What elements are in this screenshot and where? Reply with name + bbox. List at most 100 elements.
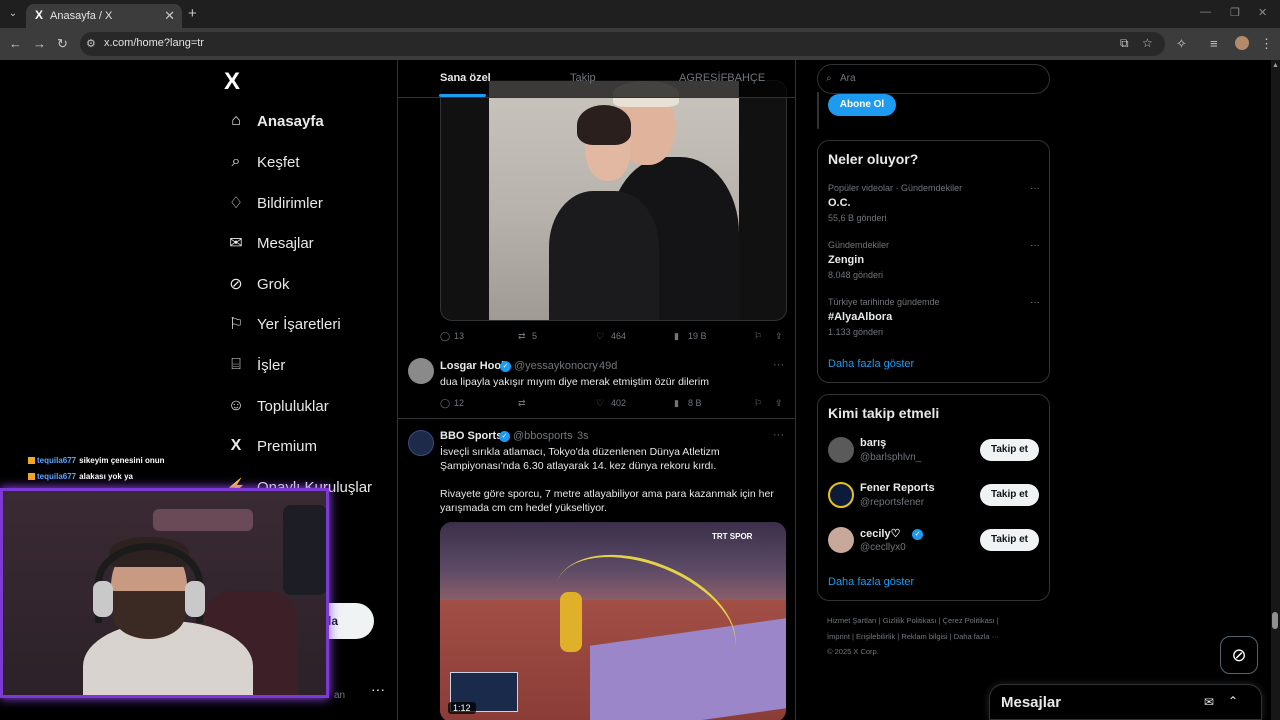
follow-suggestion[interactable]: barış @barlsphlvn_ Takip et: [828, 434, 1040, 468]
nav-item-bookmarks[interactable]: ⚐ Yer İşaretleri: [226, 309, 341, 339]
nav-item-explore[interactable]: ⌕ Keşfet: [226, 147, 300, 177]
retweet-icon[interactable]: ⇄: [518, 331, 526, 342]
suggestion-name[interactable]: Fener Reports: [860, 482, 935, 494]
more-icon[interactable]: ···: [1030, 240, 1040, 251]
install-app-icon[interactable]: ⧉: [1120, 36, 1129, 51]
chat-username: tequila677: [37, 472, 77, 481]
tweet[interactable]: BBO Sports ✓ @bbosports · 3s ··· İsveçli…: [398, 420, 795, 720]
nav-label: Keşfet: [257, 153, 300, 171]
new-message-icon[interactable]: ✉: [1204, 695, 1214, 709]
reply-icon[interactable]: ◯: [440, 331, 450, 342]
tweet-time[interactable]: 49d: [599, 360, 617, 372]
tweet-photo[interactable]: [440, 80, 787, 321]
tab-following[interactable]: Takip: [570, 72, 596, 84]
share-icon[interactable]: ⇪: [775, 331, 783, 342]
more-icon[interactable]: ···: [773, 359, 784, 371]
show-more-trends-link[interactable]: Daha fazla göster: [828, 358, 914, 370]
tweet-time[interactable]: 3s: [577, 430, 589, 442]
avatar[interactable]: [408, 358, 434, 384]
suggestion-name[interactable]: cecily♡: [860, 527, 900, 540]
follow-button[interactable]: Takip et: [980, 484, 1039, 506]
grok-floating-button[interactable]: ⊘: [1220, 636, 1258, 674]
author-name[interactable]: Losgar Hool: [440, 360, 504, 372]
like-count: 402: [611, 398, 627, 408]
share-icon[interactable]: ⇪: [775, 398, 783, 409]
bookmark-star-icon[interactable]: ☆: [1142, 36, 1153, 50]
views-icon[interactable]: ▮: [674, 331, 679, 342]
verified-badge-icon: ✓: [500, 361, 511, 372]
suggestion-handle: @reportsfener: [860, 497, 925, 508]
search-input[interactable]: ⌕ Ara: [817, 64, 1050, 94]
retweet-icon[interactable]: ⇄: [518, 398, 526, 409]
nav-item-messages[interactable]: ✉ Mesajlar: [226, 228, 313, 258]
forward-icon[interactable]: →: [33, 36, 46, 51]
avatar[interactable]: [408, 430, 434, 456]
nav-item-home[interactable]: ⌂ Anasayfa: [226, 106, 324, 136]
avatar[interactable]: [828, 527, 854, 553]
browser-profile-avatar[interactable]: [1235, 36, 1249, 50]
extensions-icon[interactable]: ✧: [1176, 36, 1187, 52]
author-handle[interactable]: @yessaykonocry: [514, 360, 598, 372]
nav-item-premium[interactable]: X Premium: [226, 431, 317, 461]
author-handle[interactable]: @bbosports: [513, 430, 572, 442]
more-icon[interactable]: ···: [1030, 297, 1040, 308]
tab-for-you[interactable]: Sana özel: [440, 72, 491, 84]
account-more-icon[interactable]: ···: [371, 681, 385, 697]
nav-item-grok[interactable]: ⊘ Grok: [226, 269, 289, 299]
close-window-icon[interactable]: ✕: [1258, 6, 1267, 19]
follow-button[interactable]: Takip et: [980, 439, 1039, 461]
more-icon[interactable]: ···: [1030, 183, 1040, 194]
nav-item-communities[interactable]: ☺ Topluluklar: [226, 391, 329, 421]
subscribe-button[interactable]: Abone Ol: [828, 94, 896, 116]
tab-agresifbahce[interactable]: AGRESİFBAHÇE: [679, 72, 765, 84]
media-controls-icon[interactable]: ≡: [1210, 36, 1218, 51]
more-icon[interactable]: ···: [773, 429, 784, 441]
tab-search-icon[interactable]: ⌄: [4, 5, 22, 23]
author-name[interactable]: BBO Sports: [440, 430, 502, 442]
bookmark-icon[interactable]: ⚐: [754, 331, 762, 342]
restore-icon[interactable]: ❐: [1230, 6, 1240, 19]
expand-drawer-icon[interactable]: ⌃: [1228, 694, 1238, 708]
address-bar[interactable]: ⚙ x.com/home?lang=tr ⧉ ☆: [80, 32, 1165, 56]
minimize-icon[interactable]: —: [1200, 6, 1211, 18]
tab-title: Anasayfa / X: [50, 10, 113, 22]
avatar[interactable]: [828, 482, 854, 508]
main-feed: Sana özel Takip AGRESİFBAHÇE ◯ 13 ⇄ 5 ♡ …: [397, 60, 796, 720]
bookmark-icon[interactable]: ⚐: [754, 398, 762, 409]
follow-suggestion[interactable]: cecily♡ ✓ @cecllyx0 Takip et: [828, 524, 1040, 558]
messages-drawer[interactable]: Mesajlar ✉ ⌃: [989, 684, 1262, 720]
browser-tab[interactable]: X Anasayfa / X ✕: [26, 4, 182, 28]
footer-links[interactable]: İmprint | Erişilebilirlik | Reklam bilgi…: [827, 632, 999, 641]
tweet[interactable]: Losgar Hool ✓ @yessaykonocry · 49d ··· d…: [398, 349, 795, 419]
suggestion-name[interactable]: barış: [860, 437, 886, 449]
nav-item-notifications[interactable]: ♢ Bildirimler: [226, 188, 323, 218]
like-icon[interactable]: ♡: [596, 331, 604, 342]
trends-card: Neler oluyor? Popüler videolar · Gündemd…: [817, 140, 1050, 383]
scroll-up-arrow-icon[interactable]: ▲: [1272, 62, 1279, 69]
follow-button[interactable]: Takip et: [980, 529, 1039, 551]
views-icon[interactable]: ▮: [674, 398, 679, 409]
who-to-follow-card: Kimi takip etmeli barış @barlsphlvn_ Tak…: [817, 394, 1050, 601]
back-icon[interactable]: ←: [9, 36, 22, 51]
show-more-follow-link[interactable]: Daha fazla göster: [828, 576, 914, 588]
tweet-video[interactable]: TRT SPOR 1:12: [440, 522, 786, 720]
follow-suggestion[interactable]: Fener Reports @reportsfener Takip et: [828, 479, 1040, 513]
reload-icon[interactable]: ↻: [57, 36, 68, 52]
close-tab-icon[interactable]: ✕: [164, 8, 175, 24]
site-info-icon[interactable]: ⚙: [86, 37, 96, 50]
x-premium-icon: X: [230, 437, 242, 454]
nav-item-jobs[interactable]: ⌸ İşler: [226, 350, 285, 380]
footer-links[interactable]: Hizmet Şartları | Gizlilik Politikası | …: [827, 616, 999, 625]
trend-item[interactable]: Popüler videolar · Gündemdekiler O.C. 55…: [828, 183, 1040, 233]
browser-menu-icon[interactable]: ⋮: [1260, 36, 1273, 52]
reply-icon[interactable]: ◯: [440, 398, 450, 409]
like-icon[interactable]: ♡: [596, 398, 604, 409]
x-logo-icon[interactable]: X: [224, 68, 240, 96]
reply-count: 13: [454, 331, 465, 341]
screen: ⌄ X Anasayfa / X ✕ + — ❐ ✕ ← → ↻ ⚙ x.com…: [0, 0, 1280, 720]
trend-item[interactable]: Gündemdekiler Zengin 8.048 gönderi ···: [828, 240, 1040, 290]
trend-item[interactable]: Türkiye tarihinde gündemde #AlyaAlbora 1…: [828, 297, 1040, 347]
scrollbar-thumb[interactable]: [1272, 612, 1278, 629]
new-tab-icon[interactable]: +: [188, 5, 197, 22]
avatar[interactable]: [828, 437, 854, 463]
